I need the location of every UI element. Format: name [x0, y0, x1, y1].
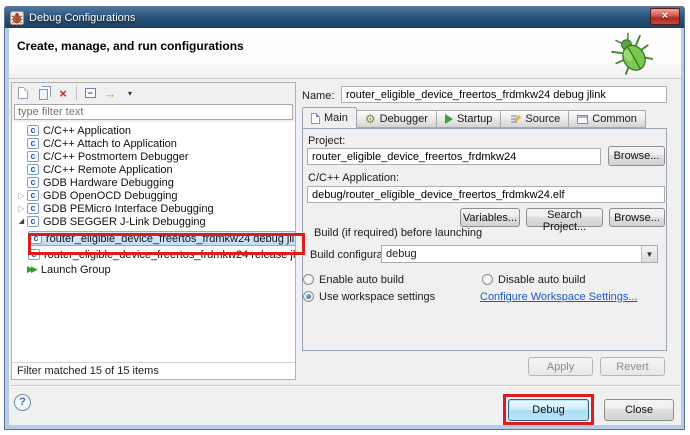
- build-configuration-dropdown[interactable]: debug ▼: [381, 245, 658, 263]
- project-browse-button[interactable]: Browse...: [608, 146, 665, 166]
- debug-button[interactable]: Debug: [508, 399, 589, 421]
- new-configuration-button[interactable]: [15, 85, 31, 101]
- collapsed-expander-icon[interactable]: ▷: [16, 202, 27, 215]
- disable-auto-build-label: Disable auto build: [498, 274, 585, 286]
- tree-item-cpp-remote[interactable]: c C/C++ Remote Application: [12, 163, 295, 176]
- revert-button[interactable]: Revert: [600, 357, 665, 376]
- tab-debugger[interactable]: ⚙ Debugger: [357, 110, 437, 128]
- c-config-icon: c: [28, 249, 40, 260]
- collapse-all-icon: −: [85, 88, 96, 98]
- variables-button[interactable]: Variables...: [460, 208, 520, 227]
- search-project-button[interactable]: Search Project...: [526, 208, 603, 227]
- tab-common[interactable]: Common: [569, 110, 646, 128]
- duplicate-configuration-button[interactable]: [35, 85, 51, 101]
- c-config-icon: c: [27, 125, 39, 136]
- collapse-all-button[interactable]: −: [82, 85, 98, 101]
- tree-item-cpp-application[interactable]: c C/C++ Application: [12, 124, 295, 137]
- c-config-icon: c: [27, 138, 39, 149]
- tree-item-cpp-postmortem[interactable]: c C/C++ Postmortem Debugger: [12, 150, 295, 163]
- debug-configurations-icon: [10, 11, 24, 25]
- name-label: Name:: [302, 90, 334, 102]
- tab-source[interactable]: Source: [501, 110, 569, 128]
- dialog-header: Create, manage, and run configurations: [9, 28, 681, 79]
- c-config-icon: c: [27, 190, 39, 201]
- project-input[interactable]: [307, 148, 601, 165]
- delete-icon: ×: [59, 87, 67, 100]
- application-browse-button[interactable]: Browse...: [609, 208, 665, 227]
- window-title: Debug Configurations: [29, 12, 135, 24]
- tree-item-gdb-hardware[interactable]: c GDB Hardware Debugging: [12, 176, 295, 189]
- button-bar-separator: [10, 385, 680, 387]
- c-config-icon: c: [27, 164, 39, 175]
- tab-bar: Main ⚙ Debugger Startup Source Common: [302, 108, 646, 128]
- titlebar[interactable]: Debug Configurations: [5, 7, 684, 28]
- c-config-icon: c: [27, 203, 39, 214]
- name-input[interactable]: [341, 86, 667, 103]
- c-config-icon: c: [30, 233, 42, 244]
- filter-launch-configurations-button[interactable]: →: [102, 85, 118, 101]
- configure-workspace-settings-link[interactable]: Configure Workspace Settings...: [480, 291, 638, 303]
- selected-row-highlight: c router_eligible_device_freertos_frdmkw…: [28, 231, 295, 246]
- tree-item-launch-group[interactable]: ▶▶ Launch Group: [12, 263, 295, 276]
- help-button[interactable]: ?: [14, 394, 31, 411]
- startup-play-icon: [445, 114, 453, 124]
- debugger-gear-icon: ⚙: [365, 113, 376, 125]
- configurations-panel: × − → ▾ c C/C++ Application c C/C++ Atta…: [11, 82, 296, 380]
- build-group-title: Build (if required) before launching: [310, 227, 486, 239]
- c-config-icon: c: [27, 177, 39, 188]
- c-config-icon: c: [27, 216, 39, 227]
- close-button[interactable]: Close: [604, 399, 674, 421]
- disable-auto-build-radio[interactable]: [482, 274, 493, 285]
- toolbar-separator: [76, 86, 77, 100]
- enable-auto-build-label: Enable auto build: [319, 274, 404, 286]
- project-label: Project:: [308, 135, 345, 147]
- filter-status-text: Filter matched 15 of 15 items: [12, 362, 295, 379]
- dialog-header-title: Create, manage, and run configurations: [17, 39, 244, 53]
- filter-input[interactable]: [14, 104, 293, 120]
- apply-button[interactable]: Apply: [528, 357, 593, 376]
- duplicate-icon: [39, 89, 48, 100]
- tree-item-cpp-attach[interactable]: c C/C++ Attach to Application: [12, 137, 295, 150]
- tree-item-gdb-openocd[interactable]: ▷ c GDB OpenOCD Debugging: [12, 189, 295, 202]
- debug-bug-icon: [611, 32, 655, 76]
- launch-group-icon: ▶▶: [27, 264, 35, 275]
- window-close-button[interactable]: ×: [650, 8, 680, 25]
- delete-configuration-button[interactable]: ×: [55, 85, 71, 101]
- common-tab-icon: [577, 115, 588, 124]
- application-input[interactable]: [307, 186, 665, 203]
- tree-item-debug-jlink-selected[interactable]: c router_eligible_device_freertos_frdmkw…: [12, 232, 295, 245]
- main-tab-icon: [311, 113, 320, 124]
- use-workspace-settings-radio[interactable]: [303, 291, 314, 302]
- left-panel-top: × − → ▾: [12, 83, 295, 122]
- source-tab-icon: [509, 113, 521, 125]
- expanded-expander-icon[interactable]: ◢: [16, 215, 27, 228]
- new-configuration-icon: [18, 87, 28, 99]
- tree-item-gdb-pemicro[interactable]: ▷ c GDB PEMicro Interface Debugging: [12, 202, 295, 215]
- chevron-down-icon: ▼: [646, 250, 654, 259]
- collapsed-expander-icon[interactable]: ▷: [16, 189, 27, 202]
- build-configuration-value: debug: [382, 248, 641, 260]
- use-workspace-settings-label: Use workspace settings: [319, 291, 435, 303]
- configurations-toolbar: × − → ▾: [12, 83, 295, 103]
- toolbar-dropdown-button[interactable]: ▾: [122, 85, 138, 101]
- tab-startup[interactable]: Startup: [437, 110, 501, 128]
- tree-item-gdb-segger-jlink[interactable]: ◢ c GDB SEGGER J-Link Debugging: [12, 215, 295, 228]
- dropdown-arrow-button[interactable]: ▼: [641, 246, 657, 262]
- configurations-tree: c C/C++ Application c C/C++ Attach to Ap…: [12, 124, 295, 362]
- enable-auto-build-radio[interactable]: [303, 274, 314, 285]
- c-config-icon: c: [27, 151, 39, 162]
- chevron-down-icon: ▾: [128, 89, 132, 98]
- filter-icon: →: [104, 87, 117, 100]
- tree-item-release-jlink[interactable]: c router_eligible_device_freertos_frdmkw…: [12, 248, 295, 261]
- tab-main[interactable]: Main: [302, 107, 357, 128]
- application-label: C/C++ Application:: [308, 172, 399, 184]
